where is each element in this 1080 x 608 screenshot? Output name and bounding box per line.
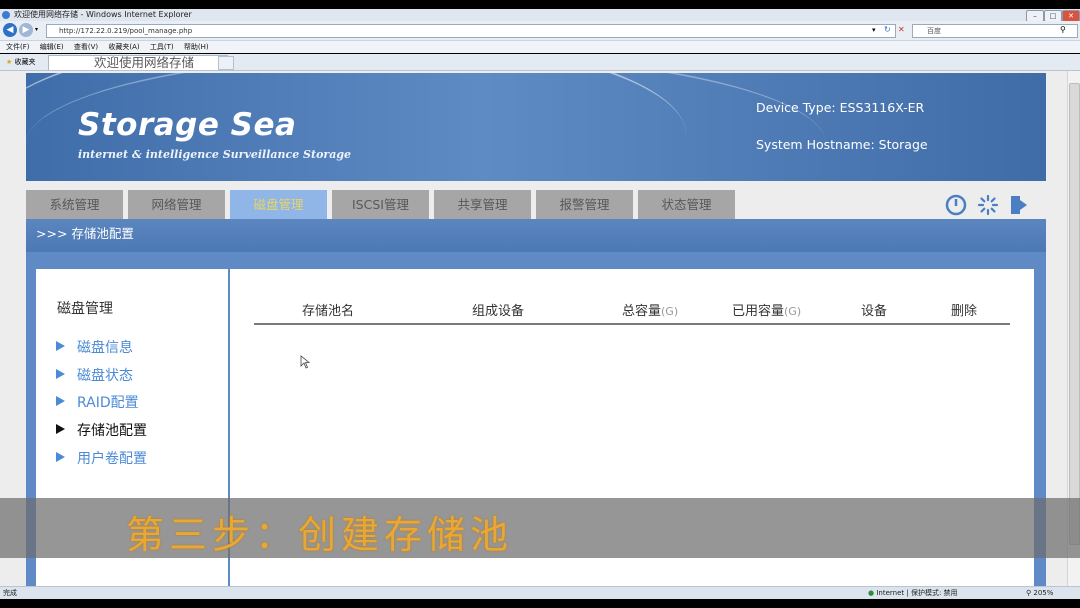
letterbox-bottom — [0, 599, 1080, 608]
system-hostname: System Hostname: Storage — [756, 137, 928, 152]
column-header-used-capacity: 已用容量(G) — [732, 304, 802, 319]
sidebar-item-disk-status[interactable]: 磁盘状态 — [56, 365, 133, 385]
tab-alarm[interactable]: 报警管理 — [536, 190, 633, 219]
favorites-bar: ★ 收藏夹 欢迎使用网络存储 — [0, 54, 1080, 71]
refresh-icon[interactable]: ↻ — [884, 25, 891, 34]
table-header: 存储池名 组成设备 总容量(G) 已用容量(G) 设备 删除 — [254, 295, 1010, 325]
menu-edit[interactable]: 编辑(E) — [40, 43, 64, 51]
triangle-right-icon — [56, 341, 65, 351]
breadcrumb-bar: >>> 存储池配置 — [26, 219, 1046, 252]
header-banner: Storage Sea internet & intelligence Surv… — [26, 73, 1046, 181]
brand-tagline: internet & intelligence Surveillance Sto… — [78, 148, 352, 161]
browser-tab[interactable]: 欢迎使用网络存储 — [48, 55, 228, 70]
star-icon: ★ — [6, 58, 13, 66]
column-header-pool-name: 存储池名 — [302, 304, 355, 319]
sidebar-item-label: 磁盘状态 — [77, 368, 133, 384]
column-header-devices: 组成设备 — [472, 304, 525, 319]
scrollbar-thumb[interactable] — [1069, 83, 1080, 545]
sidebar-title: 磁盘管理 — [57, 301, 113, 317]
triangle-right-icon — [56, 396, 65, 406]
address-bar: ◀ ▶ ▾ http://172.22.0.219/pool_manage.ph… — [0, 21, 1080, 41]
menu-view[interactable]: 查看(V) — [74, 43, 98, 51]
globe-icon: ● — [868, 589, 875, 597]
ie-logo-icon — [2, 11, 10, 19]
logout-icon[interactable] — [1009, 194, 1031, 216]
window-title: 欢迎使用网络存储 - Windows Internet Explorer — [14, 10, 192, 19]
sidebar-item-disk-info[interactable]: 磁盘信息 — [56, 337, 133, 357]
triangle-right-icon — [56, 424, 65, 434]
history-dropdown-icon[interactable]: ▾ — [35, 26, 38, 33]
window-titlebar: 欢迎使用网络存储 - Windows Internet Explorer – □… — [0, 9, 1080, 22]
menu-file[interactable]: 文件(F) — [6, 43, 30, 51]
stop-icon[interactable]: ✕ — [898, 25, 905, 34]
mouse-cursor-icon — [300, 355, 310, 369]
search-icon[interactable]: ⚲ — [1060, 25, 1066, 34]
main-tabs: 系统管理 网络管理 磁盘管理 ISCSI管理 共享管理 报警管理 状态管理 — [26, 190, 1046, 220]
brand-logo-text: Storage Sea — [78, 107, 297, 143]
sidebar-item-storage-pool[interactable]: 存储池配置 — [56, 420, 147, 440]
tab-system[interactable]: 系统管理 — [26, 190, 123, 219]
unit-label: (G) — [784, 305, 802, 318]
forward-icon[interactable]: ▶ — [19, 23, 33, 37]
search-input[interactable]: 百度 — [912, 24, 1078, 38]
unit-label: (G) — [661, 305, 679, 318]
device-type: Device Type: ESS3116X-ER — [756, 100, 925, 115]
sidebar-item-label: 磁盘信息 — [77, 340, 133, 356]
menu-tools[interactable]: 工具(T) — [150, 43, 174, 51]
tab-disk[interactable]: 磁盘管理 — [230, 190, 327, 220]
back-icon[interactable]: ◀ — [3, 23, 17, 37]
restart-icon[interactable] — [977, 194, 999, 216]
sidebar-item-user-volume[interactable]: 用户卷配置 — [56, 448, 147, 468]
tab-share[interactable]: 共享管理 — [434, 190, 531, 219]
triangle-right-icon — [56, 452, 65, 462]
favorites-label: 收藏夹 — [14, 58, 36, 66]
status-bar: 完成 ● Internet | 保护模式: 禁用 ⚲ 205% — [0, 586, 1080, 600]
zoom-value: 205% — [1033, 589, 1054, 597]
video-subtitle-bar: 第三步：创建存储池 — [0, 498, 1080, 558]
url-dropdown-icon[interactable]: ▾ — [872, 26, 876, 34]
sidebar-item-label: RAID配置 — [77, 395, 139, 411]
tab-network[interactable]: 网络管理 — [128, 190, 225, 219]
column-header-device: 设备 — [861, 304, 888, 319]
tab-status[interactable]: 状态管理 — [638, 190, 735, 219]
column-header-total-capacity: 总容量(G) — [622, 304, 679, 319]
triangle-right-icon — [56, 369, 65, 379]
menu-help[interactable]: 帮助(H) — [184, 43, 209, 51]
url-input[interactable]: http://172.22.0.219/pool_manage.php — [46, 24, 896, 38]
breadcrumb: >>> 存储池配置 — [36, 226, 134, 241]
menu-favorites[interactable]: 收藏夹(A) — [108, 43, 139, 51]
video-subtitle: 第三步：创建存储池 — [126, 513, 514, 557]
power-icon[interactable] — [945, 194, 967, 216]
zoom-icon: ⚲ — [1026, 589, 1032, 597]
menu-bar: 文件(F) 编辑(E) 查看(V) 收藏夹(A) 工具(T) 帮助(H) — [0, 41, 1080, 53]
column-header-delete: 删除 — [951, 304, 978, 319]
new-tab-button[interactable] — [218, 56, 234, 70]
sidebar-item-label: 用户卷配置 — [77, 451, 147, 467]
sidebar-item-label: 存储池配置 — [77, 423, 147, 439]
security-zone-label: Internet | 保护模式: 禁用 — [876, 589, 958, 597]
sidebar-item-raid[interactable]: RAID配置 — [56, 392, 139, 412]
favorites-button[interactable]: ★ 收藏夹 — [6, 54, 36, 70]
tab-iscsi[interactable]: ISCSI管理 — [332, 190, 429, 219]
